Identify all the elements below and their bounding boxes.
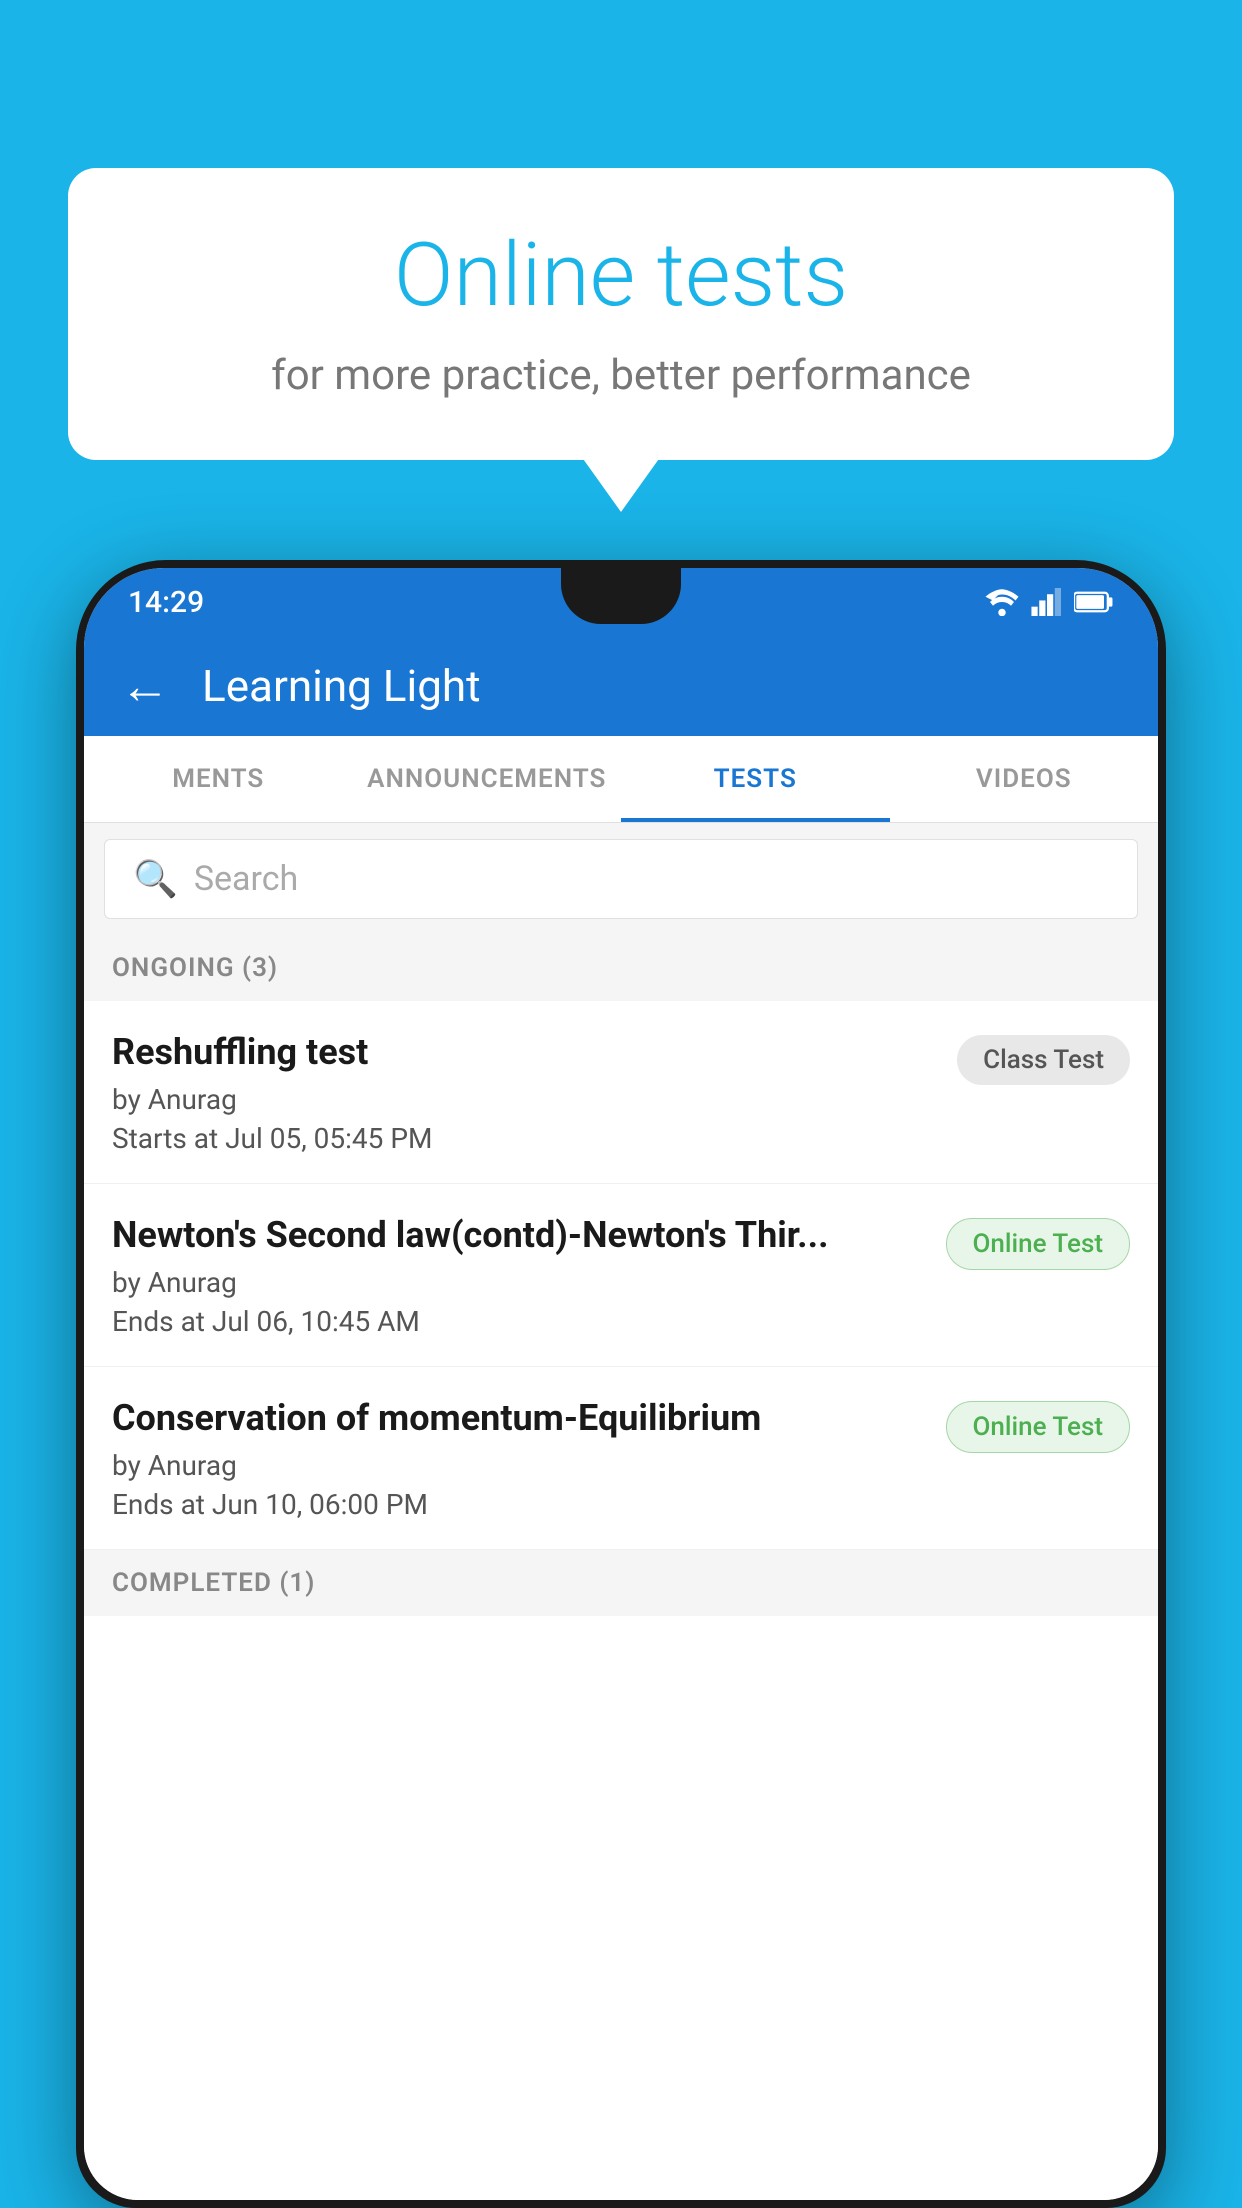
test-item-left-1: Reshuffling test by Anurag Starts at Jul…: [112, 1031, 957, 1155]
tabs-bar: MENTS ANNOUNCEMENTS TESTS VIDEOS: [84, 736, 1158, 823]
search-placeholder: Search: [194, 859, 298, 899]
tab-videos[interactable]: VIDEOS: [890, 736, 1159, 822]
phone-frame: 14:29: [76, 560, 1166, 2208]
tab-tests[interactable]: TESTS: [621, 736, 890, 822]
test-badge-1: Class Test: [957, 1035, 1130, 1085]
app-bar: ← Learning Light: [84, 636, 1158, 736]
status-time: 14:29: [128, 585, 204, 620]
phone-notch: [561, 568, 681, 624]
search-icon: 🔍: [133, 858, 178, 900]
test-time-1: Starts at Jul 05, 05:45 PM: [112, 1122, 941, 1155]
test-item-left-2: Newton's Second law(contd)-Newton's Thir…: [112, 1214, 946, 1338]
test-item[interactable]: Conservation of momentum-Equilibrium by …: [84, 1367, 1158, 1550]
speech-bubble-title: Online tests: [128, 224, 1114, 327]
test-time-3: Ends at Jun 10, 06:00 PM: [112, 1488, 930, 1521]
test-list: Reshuffling test by Anurag Starts at Jul…: [84, 1001, 1158, 2200]
speech-bubble-subtitle: for more practice, better performance: [128, 351, 1114, 400]
ongoing-section-header: ONGOING (3): [84, 935, 1158, 1001]
test-time-2: Ends at Jul 06, 10:45 AM: [112, 1305, 930, 1338]
test-name-1: Reshuffling test: [112, 1031, 941, 1073]
search-bar[interactable]: 🔍 Search: [104, 839, 1138, 919]
wifi-icon: [984, 588, 1020, 616]
battery-icon: [1074, 588, 1114, 616]
back-button[interactable]: ←: [120, 657, 170, 716]
test-badge-3: Online Test: [946, 1401, 1131, 1453]
search-container: 🔍 Search: [84, 823, 1158, 935]
status-icons: [984, 588, 1114, 616]
test-author-2: by Anurag: [112, 1266, 930, 1299]
test-name-2: Newton's Second law(contd)-Newton's Thir…: [112, 1214, 930, 1256]
status-bar: 14:29: [84, 568, 1158, 636]
test-item[interactable]: Reshuffling test by Anurag Starts at Jul…: [84, 1001, 1158, 1184]
app-bar-title: Learning Light: [202, 660, 481, 712]
completed-section-header: COMPLETED (1): [84, 1550, 1158, 1616]
test-author-3: by Anurag: [112, 1449, 930, 1482]
test-item[interactable]: Newton's Second law(contd)-Newton's Thir…: [84, 1184, 1158, 1367]
test-badge-2: Online Test: [946, 1218, 1131, 1270]
speech-bubble: Online tests for more practice, better p…: [68, 168, 1174, 460]
phone-screen: 14:29: [84, 568, 1158, 2200]
tab-ments[interactable]: MENTS: [84, 736, 353, 822]
test-name-3: Conservation of momentum-Equilibrium: [112, 1397, 930, 1439]
test-item-left-3: Conservation of momentum-Equilibrium by …: [112, 1397, 946, 1521]
signal-icon: [1030, 588, 1064, 616]
tab-announcements[interactable]: ANNOUNCEMENTS: [353, 736, 622, 822]
test-author-1: by Anurag: [112, 1083, 941, 1116]
